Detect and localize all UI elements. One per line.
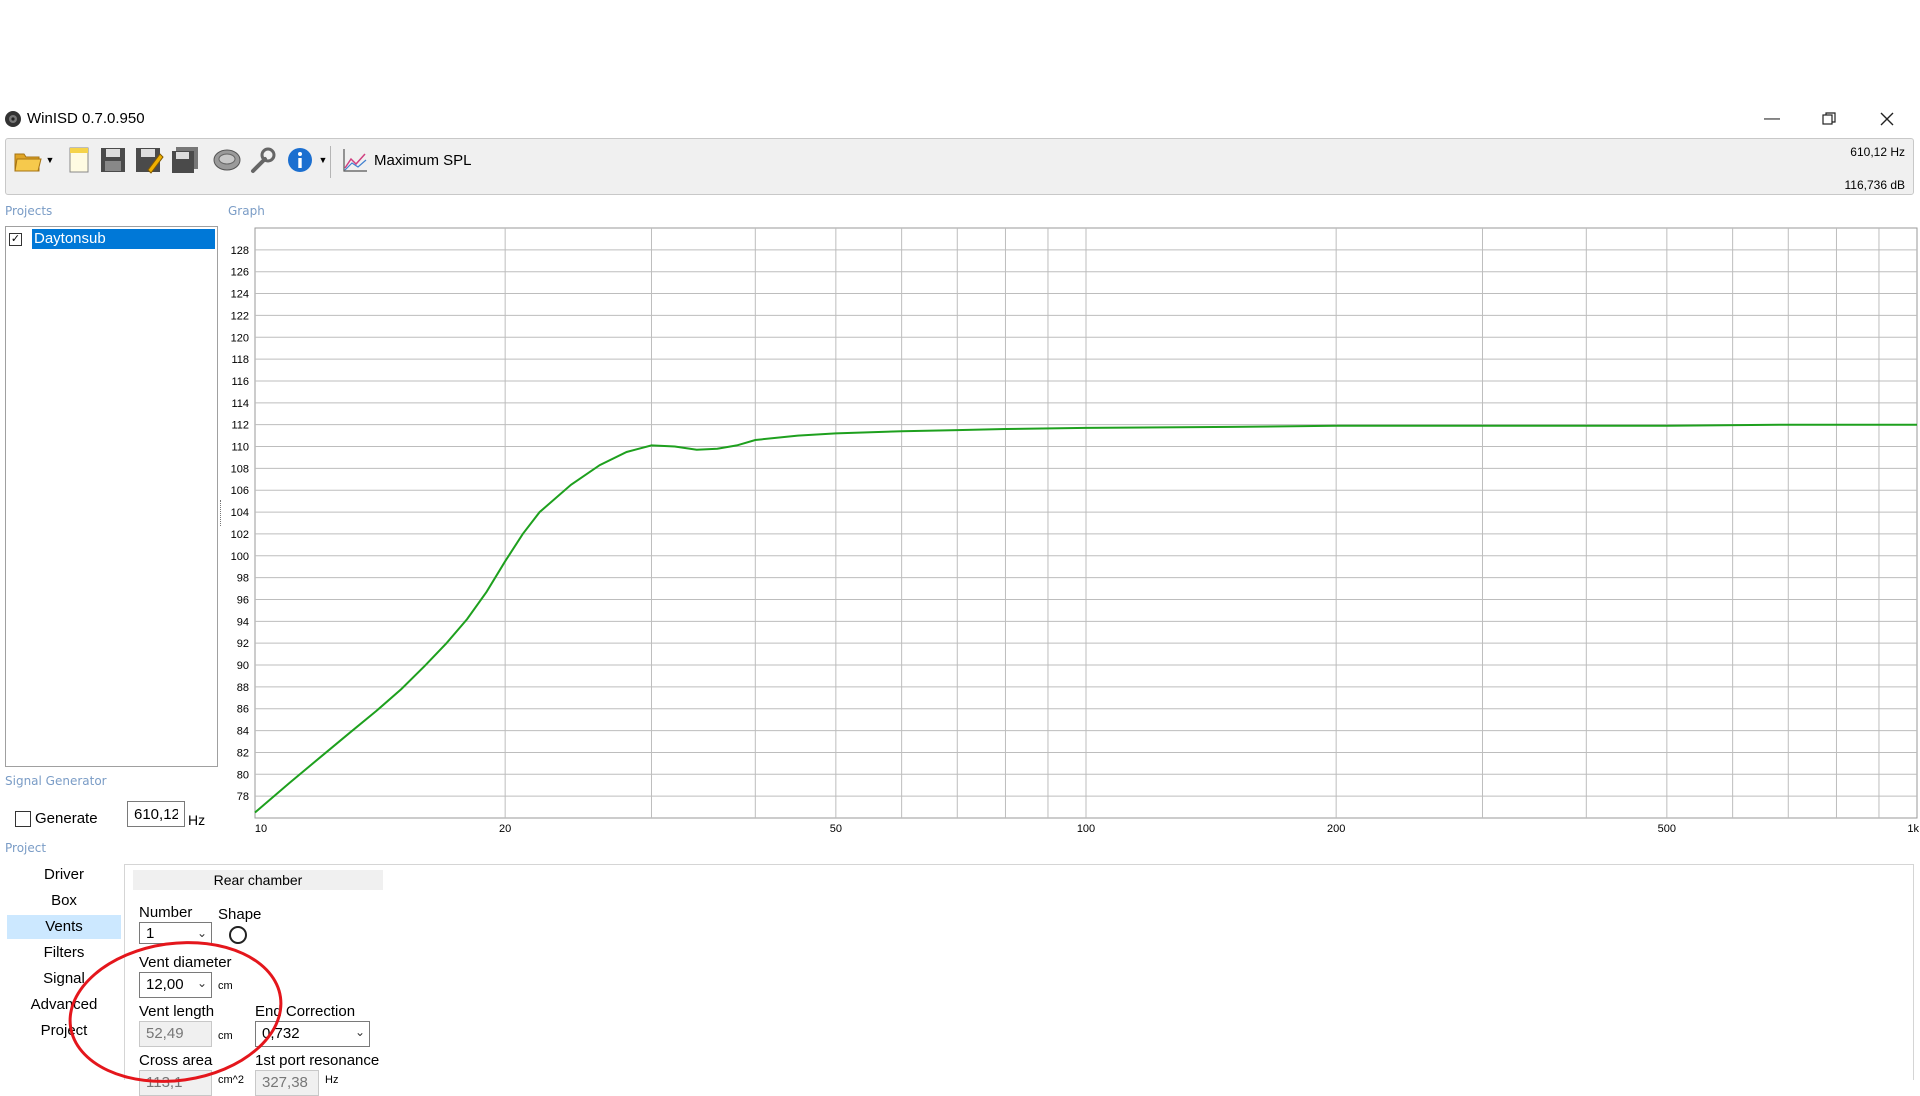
projects-list <box>5 226 218 767</box>
y-tick-label: 120 <box>231 332 249 344</box>
app-speaker-icon <box>4 110 22 128</box>
y-tick-label: 108 <box>231 463 249 475</box>
chevron-down-icon[interactable]: ▼ <box>43 145 57 175</box>
tab-rear-chamber[interactable]: Rear chamber <box>133 870 383 890</box>
checkmark-icon: ✓ <box>9 232 22 246</box>
x-tick-label: 10 <box>255 823 267 835</box>
x-tick-label: 200 <box>1327 823 1345 835</box>
y-tick-label: 116 <box>231 376 249 388</box>
project-list-item[interactable]: Daytonsub <box>32 229 215 249</box>
minimize-button[interactable]: — <box>1749 104 1795 134</box>
spl-graph[interactable]: 78 80 82 84 86 88 90 92 94 96 98 100 102 104 106 108 110… <box>218 224 1920 848</box>
save-icon[interactable] <box>98 145 128 175</box>
y-tick-label: 114 <box>231 398 249 410</box>
toolbar-separator <box>330 146 331 178</box>
close-icon <box>1880 112 1894 126</box>
y-tick-label: 88 <box>237 682 249 694</box>
nav-item-filters[interactable]: Filters <box>7 941 121 965</box>
y-tick-label: 78 <box>237 791 249 803</box>
nav-item-box[interactable]: Box <box>7 889 121 913</box>
window-title: WinISD 0.7.0.950 <box>27 110 145 127</box>
nav-item-driver[interactable]: Driver <box>7 863 121 887</box>
driver-icon[interactable] <box>212 145 242 175</box>
shape-label: Shape <box>218 906 262 923</box>
round-shape-icon[interactable] <box>229 926 247 944</box>
port-resonance-label: 1st port resonance <box>255 1052 380 1069</box>
y-tick-label: 104 <box>231 507 249 519</box>
x-tick-label: 50 <box>830 823 842 835</box>
y-tick-label: 86 <box>237 704 249 716</box>
y-tick-label: 118 <box>231 354 249 366</box>
y-tick-label: 94 <box>237 616 249 628</box>
projects-section-label: Projects <box>5 204 53 218</box>
x-tick-label: 500 <box>1658 823 1676 835</box>
y-tick-label: 80 <box>237 769 249 781</box>
y-tick-label: 96 <box>237 594 249 606</box>
y-tick-label: 92 <box>237 638 249 650</box>
close-button[interactable] <box>1864 104 1910 134</box>
y-tick-label: 90 <box>237 660 249 672</box>
port-resonance-field: 327,38 <box>255 1070 319 1096</box>
y-tick-label: 122 <box>231 310 249 322</box>
info-icon[interactable] <box>285 145 315 175</box>
cursor-frequency-readout: 610,12 Hz <box>1850 145 1905 159</box>
number-label: Number <box>139 904 193 921</box>
generator-frequency-unit: Hz <box>188 812 206 828</box>
y-tick-label: 102 <box>231 529 249 541</box>
cross-area-unit: cm^2 <box>218 1074 244 1086</box>
vent-number-value: 1 <box>146 925 155 942</box>
save-all-icon[interactable] <box>170 145 200 175</box>
x-tick-label: 100 <box>1077 823 1095 835</box>
x-tick-label: 1k <box>1907 823 1919 835</box>
minimize-icon: — <box>1764 110 1780 127</box>
restore-icon <box>1822 112 1836 125</box>
signal-generator-section-label: Signal Generator <box>5 774 107 788</box>
generator-frequency-input[interactable] <box>127 801 185 827</box>
wrench-icon[interactable] <box>248 145 278 175</box>
graph-type-label[interactable]: Maximum SPL <box>374 152 472 169</box>
restore-button[interactable] <box>1806 104 1852 134</box>
x-tick-label: 20 <box>499 823 511 835</box>
generate-checkbox[interactable] <box>15 811 31 827</box>
title-bar <box>0 104 1920 134</box>
y-tick-label: 126 <box>231 267 249 279</box>
cursor-level-readout: 116,736 dB <box>1844 178 1906 192</box>
y-tick-label: 112 <box>231 420 249 432</box>
y-tick-label: 100 <box>231 551 249 563</box>
y-tick-label: 82 <box>237 747 249 759</box>
folder-open-icon[interactable] <box>13 145 43 175</box>
project-checkbox[interactable]: ✓ <box>9 230 22 248</box>
new-document-icon[interactable] <box>64 145 94 175</box>
project-section-label: Project <box>5 841 47 855</box>
y-tick-label: 98 <box>237 573 249 585</box>
port-resonance-unit: Hz <box>325 1074 339 1086</box>
y-tick-label: 84 <box>237 726 249 738</box>
graph-section-label: Graph <box>228 204 265 218</box>
vents-panel <box>124 864 1914 1080</box>
nav-item-vents[interactable]: Vents <box>7 915 121 939</box>
chevron-down-icon: ⌄ <box>196 926 207 940</box>
chevron-down-icon[interactable]: ▼ <box>316 145 330 175</box>
y-tick-label: 106 <box>231 485 249 497</box>
generate-label: Generate <box>35 810 98 827</box>
y-tick-label: 110 <box>231 442 249 454</box>
graph-icon[interactable] <box>340 145 370 175</box>
y-tick-label: 124 <box>231 289 249 301</box>
y-tick-label: 128 <box>231 245 249 257</box>
chevron-down-icon: ⌄ <box>354 1025 365 1039</box>
save-as-icon[interactable] <box>134 145 164 175</box>
